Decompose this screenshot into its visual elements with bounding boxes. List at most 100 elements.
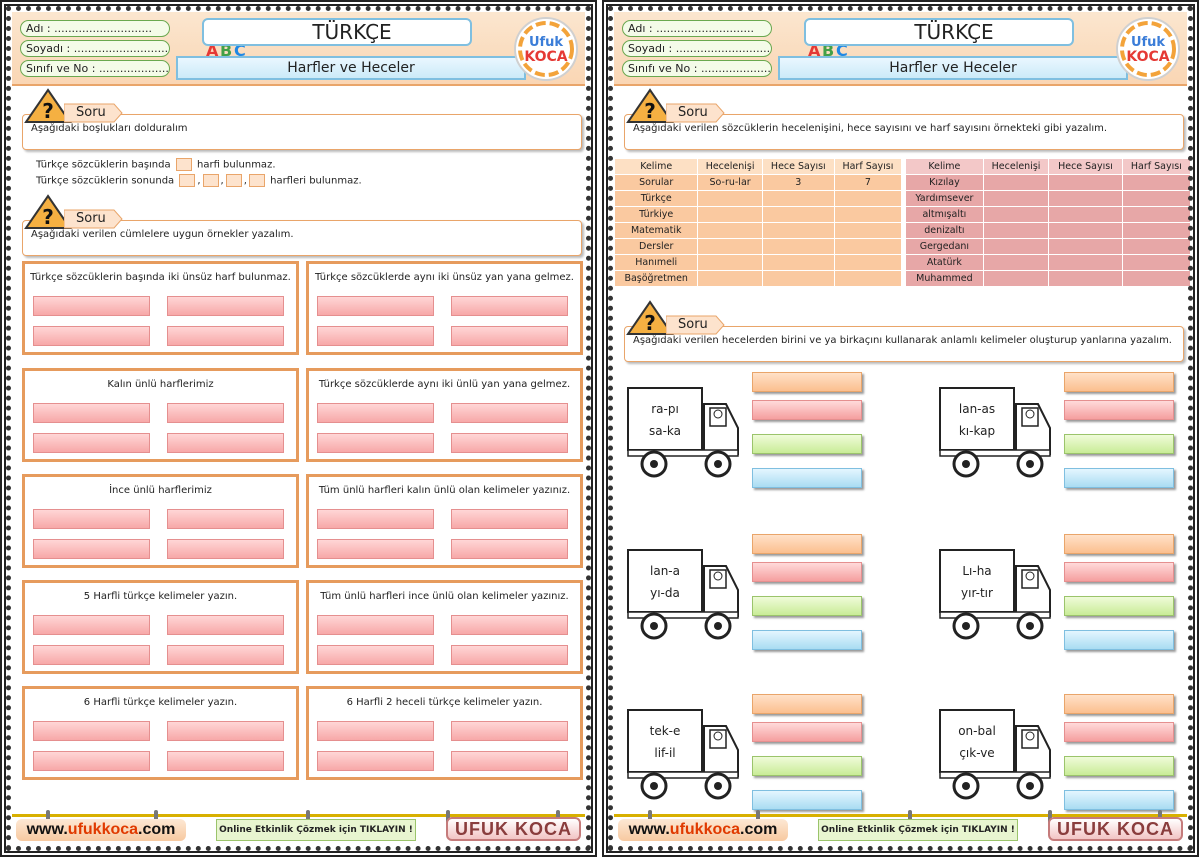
answer-field[interactable] <box>451 615 568 635</box>
answer-cell[interactable] <box>833 206 903 223</box>
answer-field[interactable] <box>167 296 284 316</box>
website-link[interactable]: www.ufukkoca.com <box>618 819 788 841</box>
answer-field[interactable] <box>167 645 284 665</box>
answer-field[interactable] <box>167 403 284 423</box>
answer-cell[interactable] <box>1048 238 1123 255</box>
word-answer-field[interactable] <box>752 372 862 392</box>
answer-field[interactable] <box>451 403 568 423</box>
answer-field[interactable] <box>33 751 150 771</box>
answer-field[interactable] <box>317 751 434 771</box>
answer-field[interactable] <box>317 326 434 346</box>
answer-cell[interactable] <box>1048 206 1123 223</box>
answer-cell[interactable] <box>1048 270 1123 287</box>
answer-field[interactable] <box>451 645 568 665</box>
answer-cell[interactable] <box>1121 190 1192 207</box>
website-link[interactable]: www.ufukkoca.com <box>16 819 186 841</box>
word-answer-field[interactable] <box>1064 694 1174 714</box>
word-answer-field[interactable] <box>752 694 862 714</box>
word-answer-field[interactable] <box>752 756 862 776</box>
answer-cell[interactable] <box>982 174 1050 191</box>
answer-field[interactable] <box>317 615 434 635</box>
name-field[interactable]: Adı : ............................ <box>20 20 170 37</box>
answer-cell[interactable] <box>761 270 835 287</box>
answer-field[interactable] <box>167 433 284 453</box>
answer-cell[interactable] <box>982 270 1050 287</box>
answer-field[interactable] <box>33 509 150 529</box>
answer-field[interactable] <box>33 615 150 635</box>
answer-cell[interactable] <box>697 190 763 207</box>
answer-field[interactable] <box>451 326 568 346</box>
answer-field[interactable] <box>317 296 434 316</box>
answer-field[interactable] <box>451 433 568 453</box>
answer-cell[interactable] <box>697 254 763 271</box>
answer-cell[interactable] <box>697 238 763 255</box>
answer-field[interactable] <box>167 721 284 741</box>
answer-cell[interactable] <box>833 238 903 255</box>
word-answer-field[interactable] <box>1064 756 1174 776</box>
answer-field[interactable] <box>317 539 434 559</box>
word-answer-field[interactable] <box>752 722 862 742</box>
answer-cell[interactable] <box>982 222 1050 239</box>
answer-field[interactable] <box>167 751 284 771</box>
answer-field[interactable] <box>167 509 284 529</box>
answer-cell[interactable] <box>1121 270 1192 287</box>
word-answer-field[interactable] <box>752 534 862 554</box>
answer-cell[interactable] <box>697 222 763 239</box>
answer-field[interactable] <box>33 296 150 316</box>
answer-cell[interactable] <box>1121 254 1192 271</box>
answer-cell[interactable] <box>761 238 835 255</box>
answer-field[interactable] <box>33 403 150 423</box>
answer-cell[interactable] <box>1048 222 1123 239</box>
answer-cell[interactable] <box>982 238 1050 255</box>
answer-cell[interactable]: 7 <box>833 174 903 191</box>
answer-cell[interactable]: So-ru-lar <box>697 174 763 191</box>
answer-cell[interactable] <box>833 270 903 287</box>
answer-cell[interactable]: 3 <box>761 174 835 191</box>
word-answer-field[interactable] <box>1064 400 1174 420</box>
class-field[interactable]: Sınıfı ve No : .........................… <box>20 60 170 77</box>
answer-cell[interactable] <box>833 254 903 271</box>
word-answer-field[interactable] <box>1064 468 1174 488</box>
blank-input[interactable] <box>179 174 196 187</box>
answer-cell[interactable] <box>761 222 835 239</box>
word-answer-field[interactable] <box>1064 596 1174 616</box>
blank-input[interactable] <box>202 174 219 187</box>
word-answer-field[interactable] <box>1064 434 1174 454</box>
answer-field[interactable] <box>33 645 150 665</box>
answer-cell[interactable] <box>697 206 763 223</box>
answer-field[interactable] <box>317 645 434 665</box>
word-answer-field[interactable] <box>1064 790 1174 810</box>
answer-cell[interactable] <box>1048 174 1123 191</box>
answer-cell[interactable] <box>697 270 763 287</box>
answer-field[interactable] <box>451 751 568 771</box>
answer-cell[interactable] <box>982 190 1050 207</box>
answer-cell[interactable] <box>1048 190 1123 207</box>
blank-input[interactable] <box>248 174 265 187</box>
answer-cell[interactable] <box>1121 174 1192 191</box>
answer-cell[interactable] <box>1121 222 1192 239</box>
word-answer-field[interactable] <box>752 400 862 420</box>
answer-cell[interactable] <box>833 222 903 239</box>
word-answer-field[interactable] <box>1064 372 1174 392</box>
answer-cell[interactable] <box>1121 238 1192 255</box>
answer-field[interactable] <box>451 721 568 741</box>
class-field[interactable]: Sınıfı ve No : .........................… <box>622 60 772 77</box>
answer-cell[interactable] <box>761 254 835 271</box>
name-field[interactable]: Adı : ............................ <box>622 20 772 37</box>
word-answer-field[interactable] <box>1064 534 1174 554</box>
answer-field[interactable] <box>317 721 434 741</box>
answer-cell[interactable] <box>982 206 1050 223</box>
word-answer-field[interactable] <box>752 562 862 582</box>
word-answer-field[interactable] <box>752 630 862 650</box>
answer-field[interactable] <box>33 539 150 559</box>
word-answer-field[interactable] <box>1064 562 1174 582</box>
answer-field[interactable] <box>33 326 150 346</box>
word-answer-field[interactable] <box>1064 630 1174 650</box>
online-activity-button[interactable]: Online Etkinlik Çözmek için TIKLAYIN ! <box>818 819 1018 841</box>
answer-cell[interactable] <box>833 190 903 207</box>
answer-field[interactable] <box>167 539 284 559</box>
word-answer-field[interactable] <box>752 596 862 616</box>
blank-input[interactable] <box>175 158 192 171</box>
word-answer-field[interactable] <box>1064 722 1174 742</box>
answer-cell[interactable] <box>761 206 835 223</box>
